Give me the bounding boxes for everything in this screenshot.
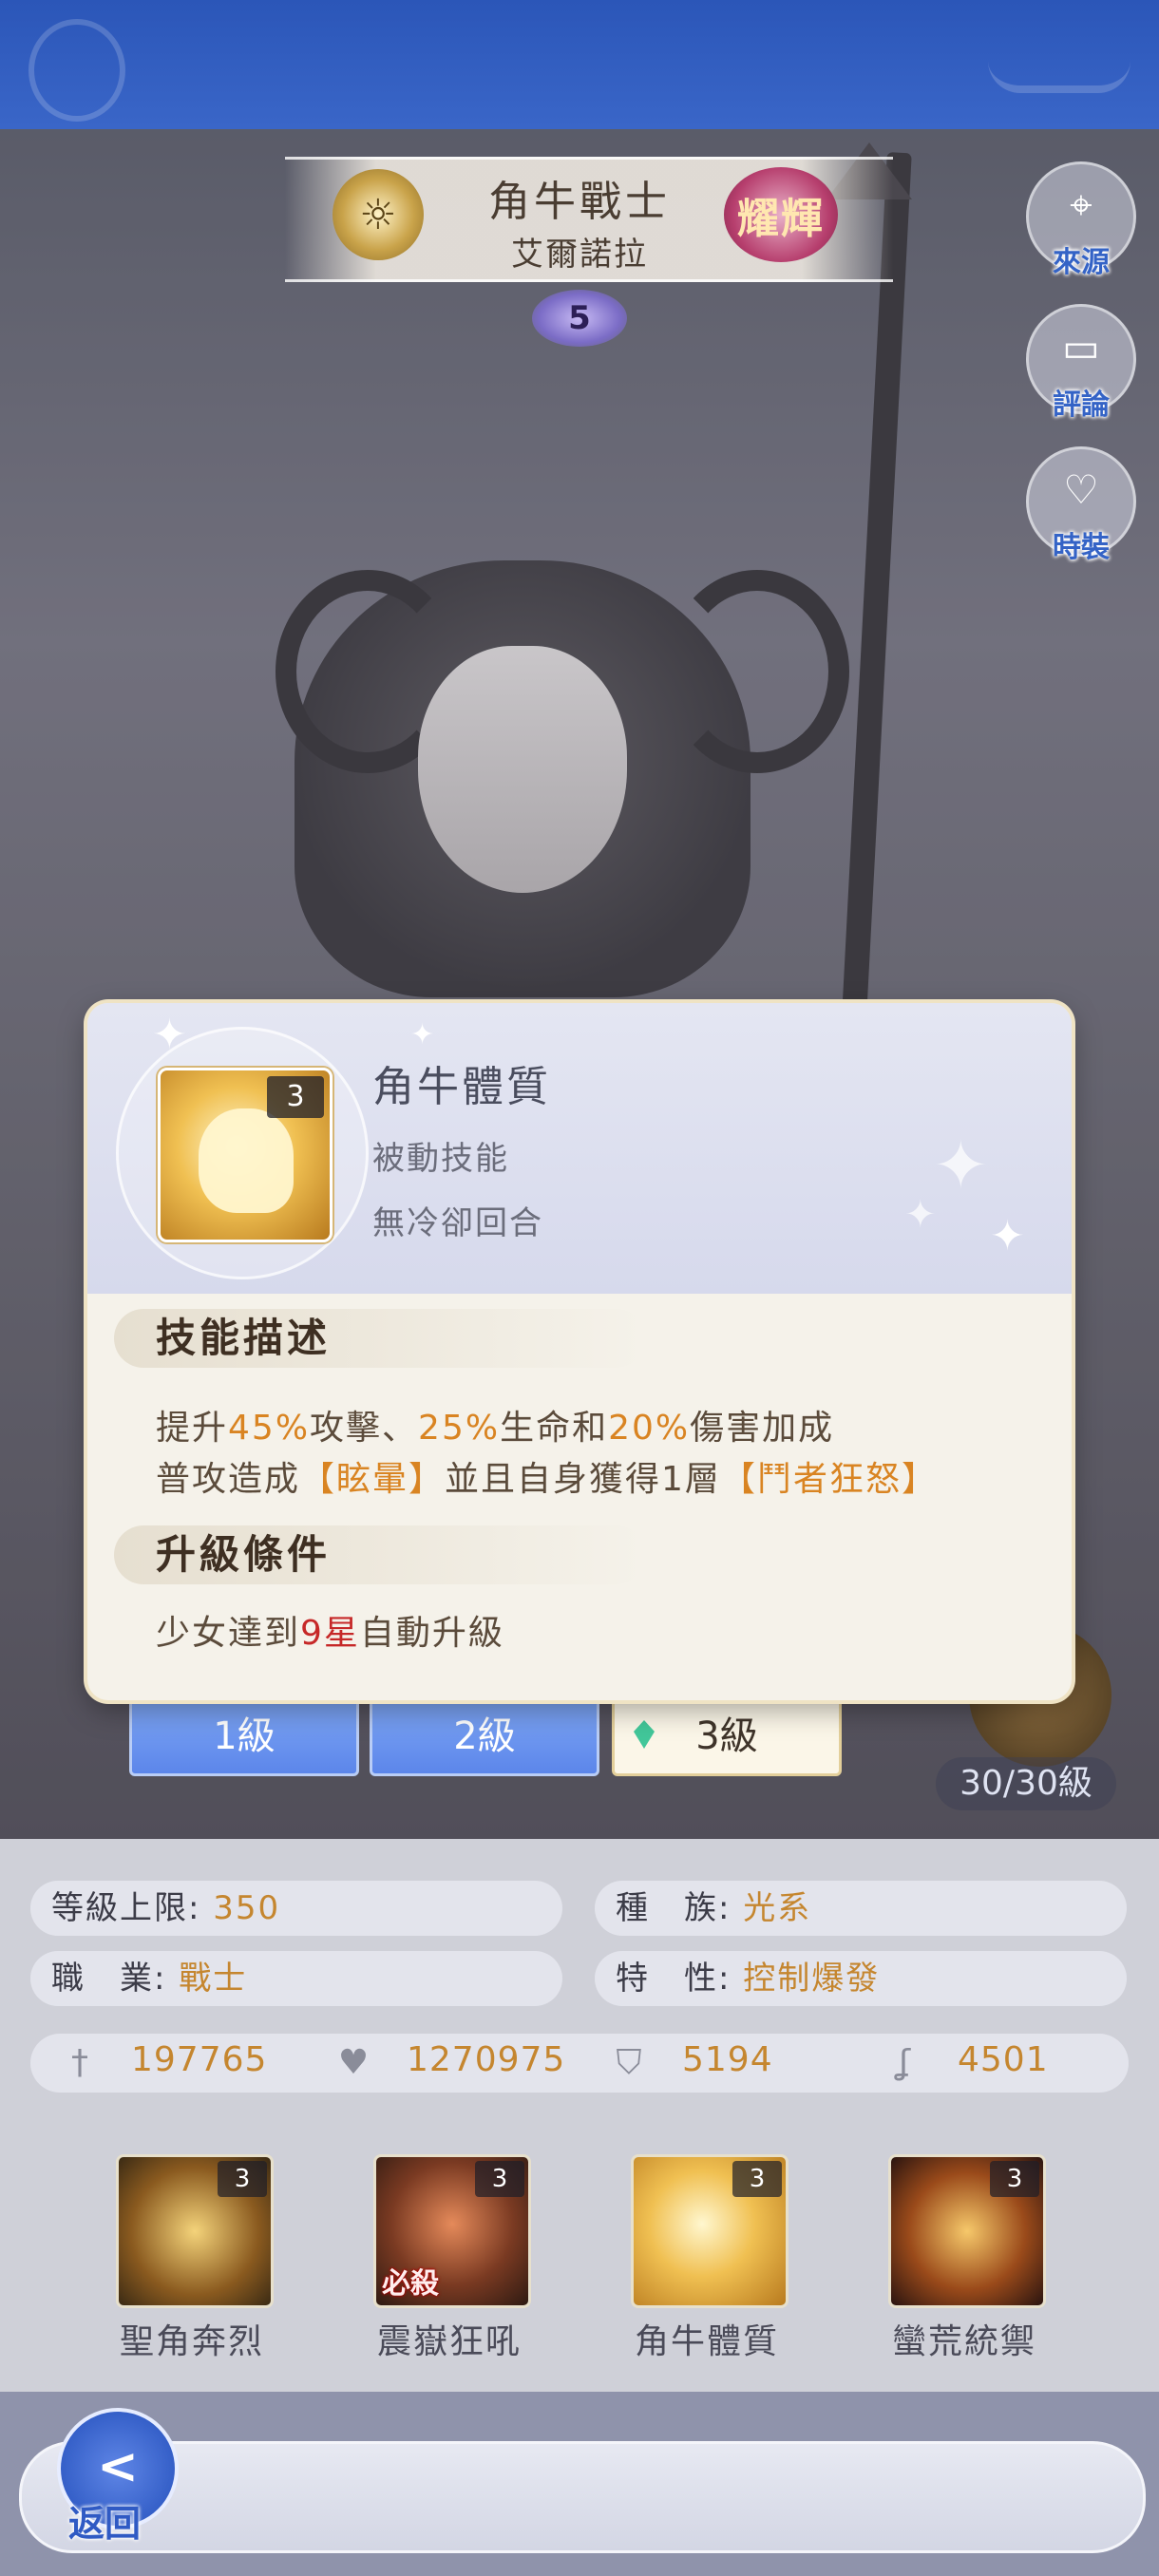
desc-text: 並且自身獲得1層 (445, 1460, 721, 1499)
banner-decoration (988, 28, 1130, 93)
character-name: 角牛戰士 (488, 178, 671, 226)
level-cap-field: 等級上限: 350 (30, 1881, 562, 1936)
heart-icon: ♥ (337, 2043, 370, 2082)
description-line-2: 普攻造成【眩暈】並且自身獲得1層【鬥者狂怒】 (156, 1451, 938, 1501)
skill-level-badge: 3 (218, 2161, 267, 2197)
comments-button-label: 評論 (1053, 388, 1110, 422)
sparkle-icon: ✦ (990, 1212, 1025, 1260)
desc-text: 生命和 (500, 1409, 609, 1448)
location-pin-icon: ⌖ (1070, 181, 1092, 228)
upgrade-value: 9星 (300, 1614, 360, 1653)
level-cap-value: 350 (213, 1889, 281, 1927)
skill-name: 角牛體質 (372, 1063, 551, 1111)
race-value: 光系 (743, 1889, 812, 1927)
comments-button[interactable]: ▭ 評論 (1026, 304, 1136, 422)
outfit-button-label: 時裝 (1053, 531, 1110, 564)
trait-label: 特 性: (616, 1960, 732, 1998)
skill-name-4: 蠻荒統禦 (891, 2322, 1036, 2361)
skill-icon: 3 (158, 1068, 332, 1242)
desc-value: 【眩暈】 (300, 1460, 446, 1499)
description-heading: 技能描述 (114, 1309, 646, 1368)
sparkle-icon: ✦ (410, 1018, 435, 1051)
desc-text: 攻擊、 (310, 1409, 419, 1448)
ultimate-tag: 必殺 (382, 2267, 439, 2301)
trait-value: 控制爆發 (743, 1960, 881, 1998)
tab-level-2[interactable]: 2級 (370, 1696, 599, 1776)
job-field: 職 業: 戰士 (30, 1951, 562, 2006)
upgrade-text: 自動升級 (359, 1614, 504, 1653)
source-button-label: 來源 (1053, 246, 1110, 279)
race-label: 種 族: (616, 1889, 732, 1927)
skill-name-2: 震嶽狂吼 (376, 2322, 522, 2361)
upgrade-heading: 升級條件 (114, 1525, 646, 1584)
gem-icon (634, 1720, 655, 1749)
skill-slot-4[interactable]: 3 (888, 2154, 1046, 2308)
skill-type: 被動技能 (372, 1140, 509, 1178)
desc-text: 普攻造成 (156, 1460, 301, 1499)
skill-detail-popup[interactable]: ✦ ✦ ✦ ✦ ✦ 3 角牛體質 被動技能 無冷卻回合 技能描述 提升45%攻擊… (87, 1003, 1072, 1700)
desc-text: 傷害加成 (690, 1409, 835, 1448)
upgrade-condition: 少女達到9星自動升級 (156, 1605, 504, 1655)
level-cap-label: 等級上限: (51, 1889, 201, 1927)
desc-value: 25% (418, 1409, 501, 1448)
character-subname: 艾爾諾拉 (511, 236, 648, 274)
skill-level-badge: 3 (475, 2161, 524, 2197)
desc-value: 20% (608, 1409, 691, 1448)
skill-level-badge: 3 (267, 1076, 324, 1118)
bottom-track (19, 2441, 1146, 2553)
job-label: 職 業: (51, 1960, 167, 1998)
sparkle-icon: ✦ (933, 1127, 989, 1204)
desc-value: 【鬥者狂怒】 (720, 1460, 938, 1499)
horn-right (665, 570, 849, 773)
trait-field: 特 性: 控制爆發 (595, 1951, 1127, 2006)
skill-name-3: 角牛體質 (634, 2322, 779, 2361)
sparkle-icon: ✦ (904, 1193, 937, 1237)
skill-cooldown: 無冷卻回合 (372, 1204, 543, 1242)
attack-value: 197765 (131, 2040, 268, 2079)
desc-value: 45% (228, 1409, 311, 1448)
skill-slot-1[interactable]: 3 (116, 2154, 274, 2308)
tab-level-1[interactable]: 1級 (129, 1696, 359, 1776)
banner-decoration (28, 19, 125, 122)
skill-level-badge: 3 (732, 2161, 782, 2197)
sword-icon: † (71, 2043, 88, 2082)
boot-icon: ʆ (898, 2043, 911, 2082)
outfit-button[interactable]: ♡ 時裝 (1026, 446, 1136, 564)
skill-name-1: 聖角奔烈 (119, 2322, 264, 2361)
job-value: 戰士 (179, 1960, 248, 1998)
star-level-badge: 5 (532, 290, 627, 347)
tab-level-3-label: 3級 (695, 1714, 758, 1758)
back-label[interactable]: 返回 (68, 2494, 141, 2547)
shield-icon: ⛉ (616, 2043, 642, 2082)
description-line-1: 提升45%攻擊、25%生命和20%傷害加成 (156, 1400, 834, 1449)
rarity-badge: 耀輝 (724, 167, 838, 262)
skill-slot-2[interactable]: 3 必殺 (373, 2154, 531, 2308)
defense-value: 5194 (682, 2040, 773, 2079)
outfit-icon: ♡ (1063, 466, 1099, 513)
sun-wheel-icon: ☼ (332, 169, 424, 260)
tab-level-3[interactable]: 3級 (612, 1696, 842, 1776)
bull-silhouette-icon (199, 1108, 294, 1213)
speed-value: 4501 (958, 2040, 1049, 2079)
desc-text: 提升 (156, 1409, 229, 1448)
top-banner (0, 0, 1159, 129)
source-button[interactable]: ⌖ 來源 (1026, 161, 1136, 279)
upgrade-text: 少女達到 (156, 1614, 301, 1653)
level-count: 30/30級 (936, 1757, 1116, 1810)
hp-value: 1270975 (407, 2040, 566, 2079)
race-field: 種 族: 光系 (595, 1881, 1127, 1936)
chat-icon: ▭ (1062, 324, 1100, 370)
character-face (418, 646, 627, 893)
back-arrow-icon: < (97, 2438, 139, 2495)
skill-slot-3[interactable]: 3 (631, 2154, 788, 2308)
skill-level-badge: 3 (990, 2161, 1039, 2197)
